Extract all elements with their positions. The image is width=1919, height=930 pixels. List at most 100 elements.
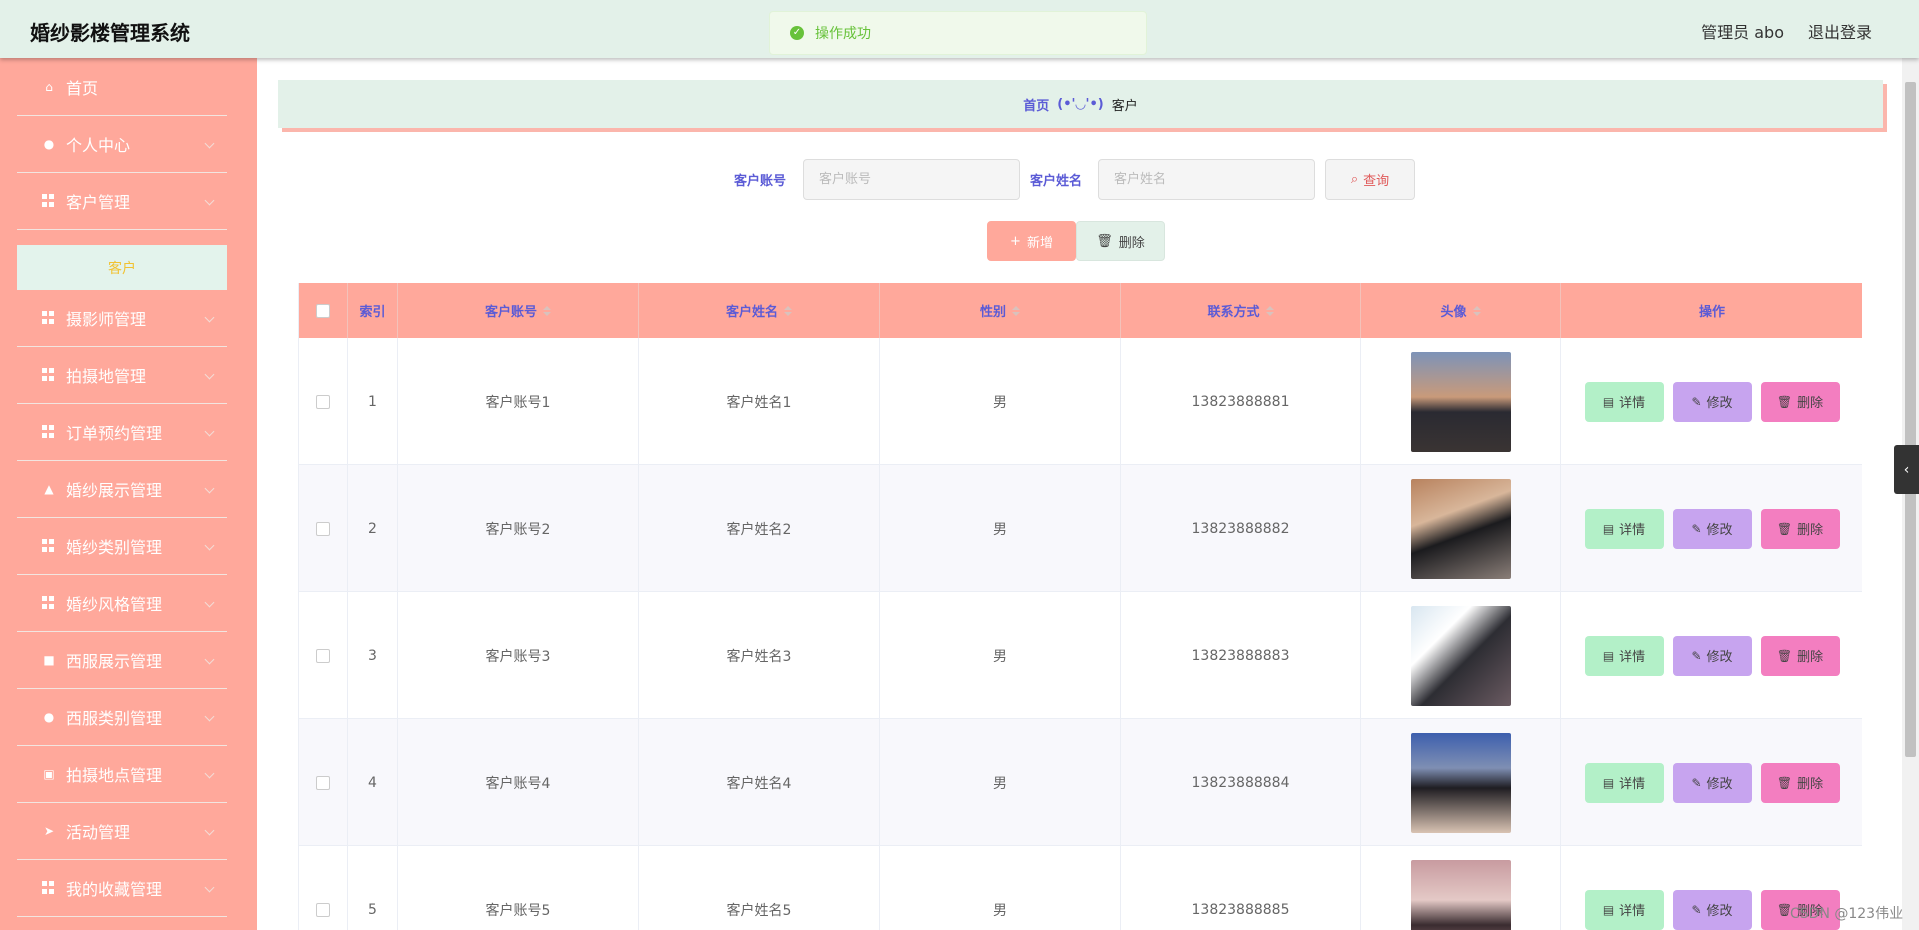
sidebar-item-suit-display[interactable]: ■ 西服展示管理 xyxy=(17,632,227,689)
add-button[interactable]: + 新增 xyxy=(987,221,1076,261)
sidebar-item-suit-category[interactable]: ● 西服类别管理 xyxy=(17,689,227,746)
scrollbar-thumb[interactable] xyxy=(1905,82,1916,757)
account-cell: 客户账号2 xyxy=(398,465,639,592)
sidebar-item-label: 订单预约管理 xyxy=(66,424,163,443)
page-scrollbar[interactable] xyxy=(1902,58,1919,930)
sidebar-item-dress-display[interactable]: ▲ 婚纱展示管理 xyxy=(17,461,227,518)
edit-label: 修改 xyxy=(1706,396,1733,411)
trash-icon: 🗑 xyxy=(1776,648,1793,663)
column-avatar[interactable]: 头像 xyxy=(1361,283,1561,338)
delete-button[interactable]: 🗑 删除 xyxy=(1760,381,1840,422)
batch-delete-button[interactable]: 🗑 删除 xyxy=(1076,221,1165,261)
edit-button[interactable]: ✎ 修改 xyxy=(1672,381,1752,422)
row-checkbox[interactable] xyxy=(316,394,330,409)
name-search-input[interactable] xyxy=(1098,159,1315,200)
sort-icon[interactable] xyxy=(1012,306,1020,316)
sidebar-item-dress-style[interactable]: 婚纱风格管理 xyxy=(17,575,227,632)
row-checkbox[interactable] xyxy=(316,648,330,663)
sidebar-item-dress-category[interactable]: 婚纱类别管理 xyxy=(17,518,227,575)
column-name[interactable]: 客户姓名 xyxy=(639,283,880,338)
column-gender[interactable]: 性别 xyxy=(880,283,1121,338)
detail-button[interactable]: ▤ 详情 xyxy=(1584,889,1664,930)
row-checkbox[interactable] xyxy=(316,521,330,536)
edit-label: 修改 xyxy=(1706,777,1733,792)
sidebar-item-photographers[interactable]: 摄影师管理 xyxy=(17,290,227,347)
detail-button[interactable]: ▤ 详情 xyxy=(1584,381,1664,422)
clipboard-icon: ▣ xyxy=(43,767,55,781)
column-account[interactable]: 客户账号 xyxy=(398,283,639,338)
avatar[interactable] xyxy=(1410,351,1511,452)
chevron-down-icon xyxy=(204,711,215,722)
edit-button[interactable]: ✎ 修改 xyxy=(1672,635,1752,676)
actions-cell: ▤ 详情 ✎ 修改 🗑 删除 xyxy=(1561,338,1862,465)
edit-button[interactable]: ✎ 修改 xyxy=(1672,762,1752,803)
gender-cell: 男 xyxy=(880,719,1121,846)
row-checkbox[interactable] xyxy=(316,902,330,917)
avatar[interactable] xyxy=(1410,859,1511,930)
column-phone[interactable]: 联系方式 xyxy=(1121,283,1361,338)
sidebar-item-activities[interactable]: ➤ 活动管理 xyxy=(17,803,227,860)
select-all-cell xyxy=(299,283,348,338)
row-checkbox[interactable] xyxy=(316,775,330,790)
sidebar-item-profile[interactable]: ● 个人中心 xyxy=(17,116,227,173)
check-circle-icon: ✓ xyxy=(790,26,804,40)
avatar[interactable] xyxy=(1410,732,1511,833)
delete-button[interactable]: 🗑 删除 xyxy=(1760,635,1840,676)
avatar[interactable] xyxy=(1410,478,1511,579)
grid-icon xyxy=(42,881,56,895)
detail-button[interactable]: ▤ 详情 xyxy=(1584,508,1664,549)
account-search-input[interactable] xyxy=(803,159,1020,200)
select-all-checkbox[interactable] xyxy=(316,303,330,318)
pencil-icon: ✎ xyxy=(1691,775,1702,790)
sort-icon[interactable] xyxy=(1473,306,1481,316)
table-row: 3 客户账号3 客户姓名3 男 13823888883 ▤ 详情 ✎ 修改 🗑 删除 xyxy=(299,592,1862,719)
sidebar-item-label: 拍摄地管理 xyxy=(66,367,147,386)
plus-icon: + xyxy=(1010,233,1021,249)
sidebar-item-orders[interactable]: 订单预约管理 xyxy=(17,404,227,461)
delete-button[interactable]: 🗑 删除 xyxy=(1760,762,1840,803)
edit-button[interactable]: ✎ 修改 xyxy=(1672,508,1752,549)
trash-icon: 🗑 xyxy=(1776,775,1793,790)
sort-icon[interactable] xyxy=(1266,306,1274,316)
row-select-cell xyxy=(299,592,348,719)
gender-cell: 男 xyxy=(880,592,1121,719)
sidebar-subitem-customer[interactable]: 客户 xyxy=(17,245,227,290)
sidebar-item-label: 客户管理 xyxy=(66,193,131,212)
avatar[interactable] xyxy=(1410,605,1511,706)
sidebar-item-favorites[interactable]: 我的收藏管理 xyxy=(17,860,227,917)
account-search-label: 客户账号 xyxy=(734,174,787,189)
detail-button[interactable]: ▤ 详情 xyxy=(1584,635,1664,676)
name-cell: 客户姓名5 xyxy=(639,846,880,930)
breadcrumb-home[interactable]: 首页 xyxy=(1023,95,1049,114)
sidebar-item-home[interactable]: ⌂ 首页 xyxy=(17,59,227,116)
edit-button[interactable]: ✎ 修改 xyxy=(1672,889,1752,930)
name-search-label: 客户姓名 xyxy=(1030,174,1083,189)
chevron-down-icon xyxy=(204,369,215,380)
column-label: 客户姓名 xyxy=(725,305,778,320)
sort-icon[interactable] xyxy=(543,306,551,316)
query-button[interactable]: ⌕ 查询 xyxy=(1325,159,1415,200)
row-select-cell xyxy=(299,719,348,846)
logout-link[interactable]: 退出登录 xyxy=(1808,19,1872,43)
sidebar-item-label: 西服类别管理 xyxy=(66,709,163,728)
detail-button[interactable]: ▤ 详情 xyxy=(1584,762,1664,803)
sidebar-item-locations[interactable]: 拍摄地管理 xyxy=(17,347,227,404)
send-icon: ➤ xyxy=(43,824,55,838)
sidebar-item-label: 活动管理 xyxy=(66,823,131,842)
watermark: CSDN @123伟业 xyxy=(1790,906,1904,922)
collapse-panel-button[interactable]: ‹ xyxy=(1894,445,1919,494)
sidebar-item-customers[interactable]: 客户管理 xyxy=(17,173,227,230)
user-icon: ● xyxy=(43,710,55,724)
sidebar-item-label: 婚纱风格管理 xyxy=(66,595,163,614)
actions-cell: ▤ 详情 ✎ 修改 🗑 删除 xyxy=(1561,592,1862,719)
delete-button[interactable]: 🗑 删除 xyxy=(1760,508,1840,549)
sort-icon[interactable] xyxy=(784,306,792,316)
sidebar-item-shoot-places[interactable]: ▣ 拍摄地点管理 xyxy=(17,746,227,803)
grid-icon xyxy=(42,425,56,439)
document-icon: ▤ xyxy=(1602,648,1615,663)
chevron-down-icon xyxy=(204,426,215,437)
grid-icon xyxy=(42,596,56,610)
chevron-down-icon xyxy=(204,195,215,206)
chevron-down-icon xyxy=(204,597,215,608)
account-cell: 客户账号4 xyxy=(398,719,639,846)
